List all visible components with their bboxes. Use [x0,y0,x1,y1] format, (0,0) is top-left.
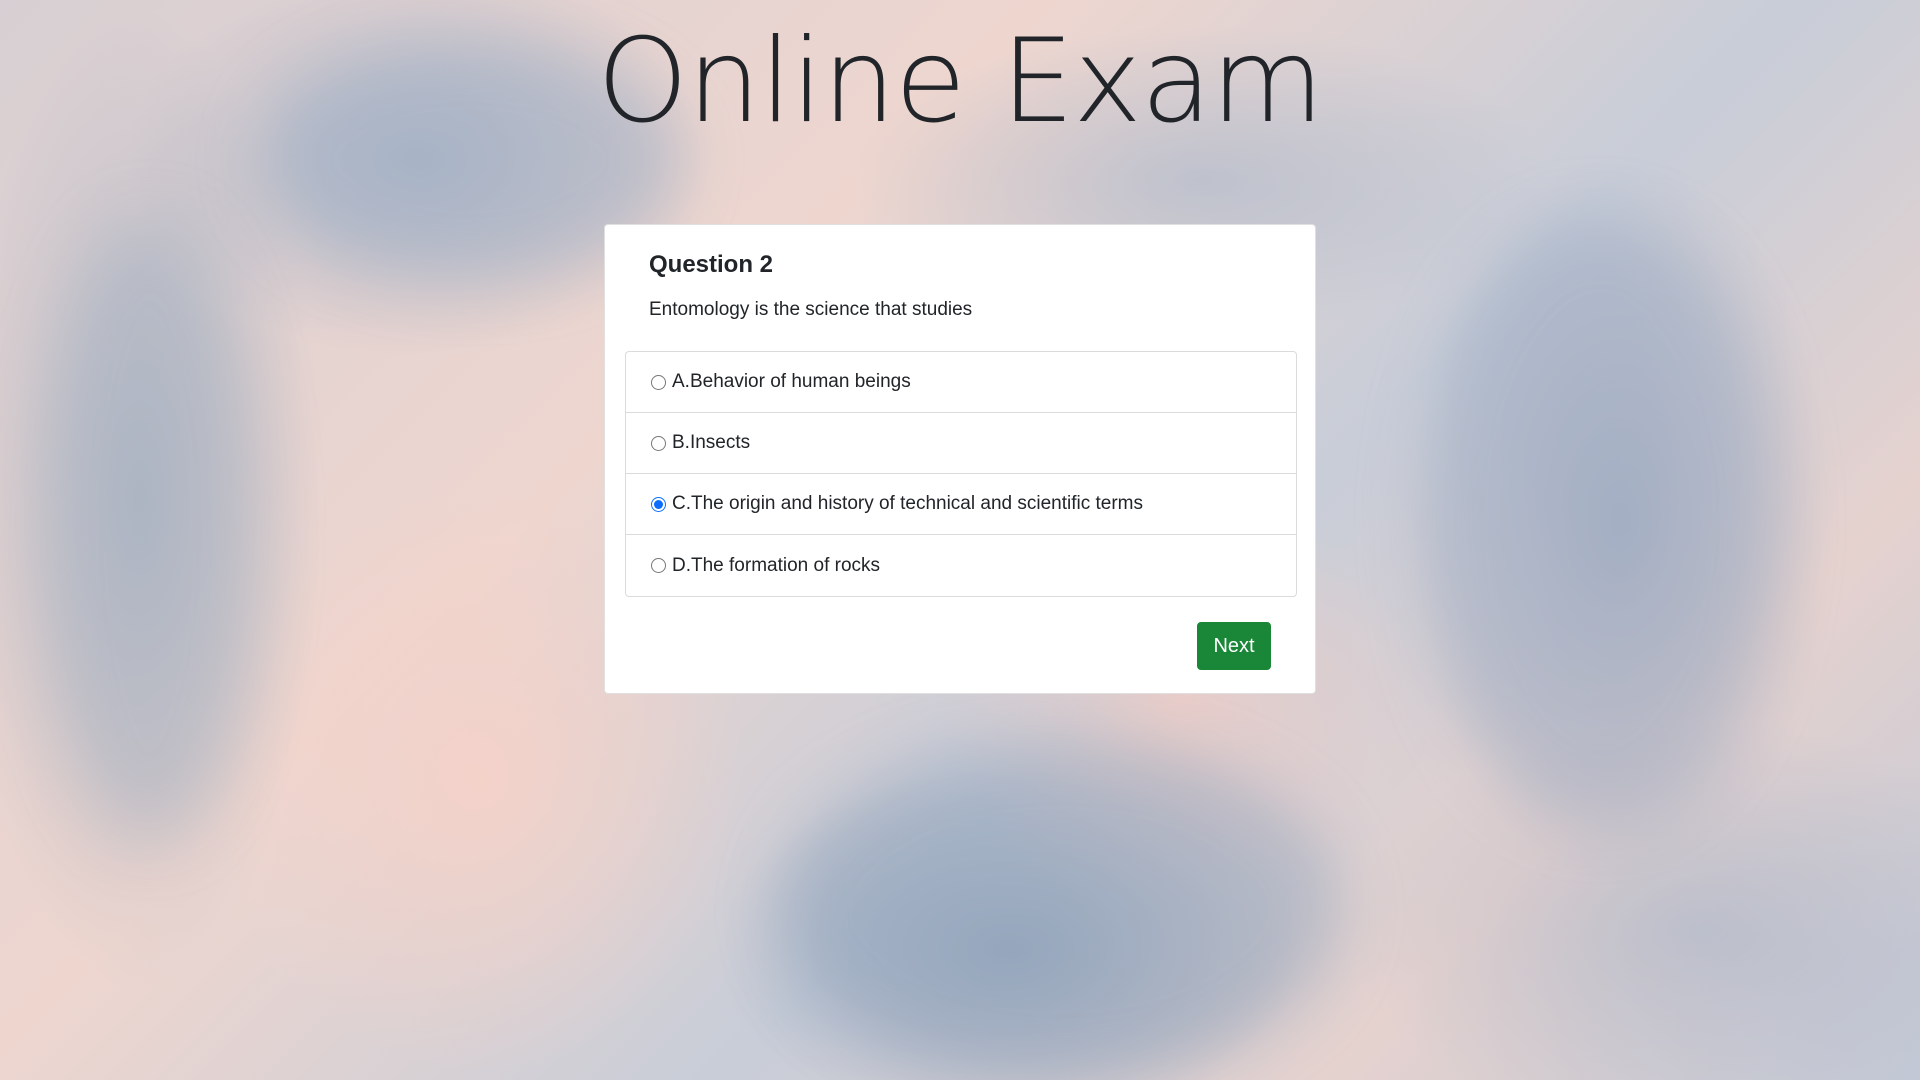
answer-option-label: C.The origin and history of technical an… [672,493,1143,514]
answer-option-label: B.Insects [672,432,751,453]
answer-option-label: A.Behavior of human beings [672,371,911,392]
answer-options-list: A.Behavior of human beings B.Insects C.T… [625,351,1297,597]
question-text: Entomology is the science that studies [649,299,973,320]
radio-button-a[interactable] [651,374,666,390]
answer-option-label: D.The formation of rocks [672,554,881,576]
radio-button-c[interactable] [651,496,666,512]
answer-option-a[interactable]: A.Behavior of human beings [626,352,1296,413]
background-swirl [780,740,1340,1080]
answer-option-b[interactable]: B.Insects [626,413,1296,474]
background-swirl [40,220,260,840]
question-heading: Question 2 [649,251,774,278]
next-button[interactable]: Next [1197,622,1271,670]
page-title: Online Exam [596,14,1324,149]
answer-option-d[interactable]: D.The formation of rocks [626,535,1296,596]
answer-option-c[interactable]: C.The origin and history of technical an… [626,474,1296,535]
question-card: Question 2 Entomology is the science tha… [604,224,1316,694]
background-swirl [1420,220,1780,820]
radio-button-b[interactable] [651,435,666,451]
radio-button-d[interactable] [651,558,666,573]
